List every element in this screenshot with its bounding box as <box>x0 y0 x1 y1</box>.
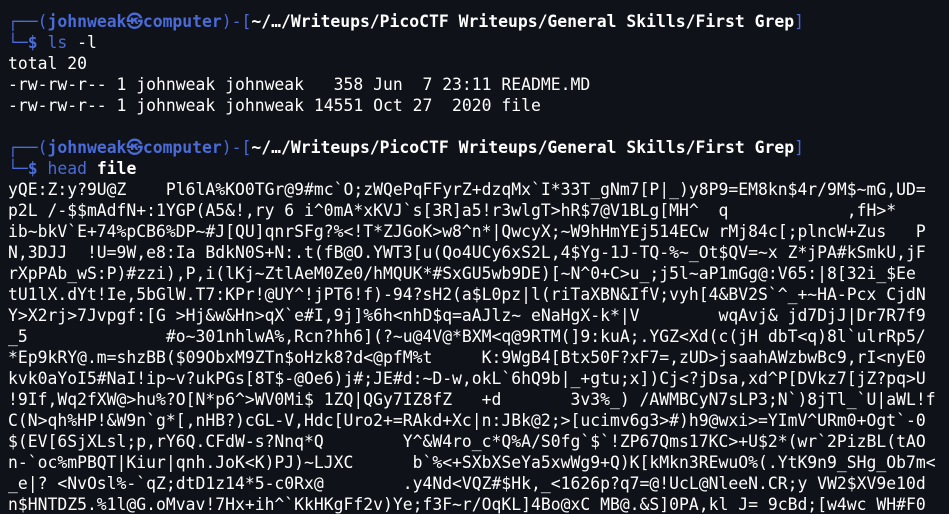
head-output-line: N,3DJJ !U=9W,e8:Ia BdkN0S+N:.t(fB@O.YWT3… <box>8 243 926 262</box>
head-output-line: *Ep9kRY@.m=shzBB($09ObxM9ZTn$oHzk8?d<@pf… <box>8 348 926 367</box>
prompt-frame: └─ <box>8 33 28 52</box>
ls-output-line: total 20 <box>8 54 87 73</box>
head-output-line: Y>X2rj>7Jvpgf:[G >Hj&w&Hn>qX`e#I,9j]%6h<… <box>8 306 926 325</box>
prompt-path: ~/…/Writeups/PicoCTF Writeups/General Sk… <box>251 138 795 157</box>
prompt-dollar: $ <box>27 159 48 178</box>
prompt-header-2: ┌──(johnweak㉿computer)-[~/…/Writeups/Pic… <box>8 137 949 158</box>
head-output-line: _e|? <NvOsl%-`qZ;dtD1z14*5-c0Rx@ .y4Nd<V… <box>8 474 926 493</box>
prompt-frame: ] <box>794 138 805 157</box>
prompt-host: computer <box>142 12 222 31</box>
prompt-frame: )-[ <box>221 138 252 157</box>
command-name: head <box>47 159 87 178</box>
command-name: ls <box>47 33 68 52</box>
head-output-line: tU1lX.dYt!Ie,5bGlW.T7:KPr!@UY^!jPT6!f)-9… <box>8 285 926 304</box>
command-args: -l <box>67 33 97 52</box>
skull-icon: ㉿ <box>126 12 143 31</box>
prompt-frame: ┌──( <box>8 138 48 157</box>
prompt-command-line-1: └─$ ls -l <box>8 32 949 53</box>
prompt-header-1: ┌──(johnweak㉿computer)-[~/…/Writeups/Pic… <box>8 11 949 32</box>
head-output-line: !9If,Wq2fXW@>hu%?O[N*p6^>WV0Mi$ 1ZQ|QGy7… <box>8 390 936 409</box>
head-output-line: rXpPAb_wS:P)#zzi),P,i(lKj~ZtlAeM0Ze0/hMQ… <box>8 264 916 283</box>
head-output-line: p2L /-$$mAdfN+:1YGP(A5&!,ry 6 i^0mA*xKVJ… <box>8 201 897 220</box>
prompt-frame: ] <box>794 12 805 31</box>
prompt-command-line-2: └─$ head file <box>8 158 949 179</box>
ls-output-line: -rw-rw-r-- 1 johnweak johnweak 14551 Oct… <box>8 96 541 115</box>
ls-output-line: -rw-rw-r-- 1 johnweak johnweak 358 Jun 7… <box>8 75 591 94</box>
head-output-line: ib~bkV`E+74%pCB6%DP~#J[QU]qnrSFg?%<!T*ZJ… <box>8 222 926 241</box>
head-output-line: $(EV[6SjXLsl;p,rY6Q.CFdW-s?Nnq*Q Y^&W4ro… <box>8 432 926 451</box>
head-output-line: C(N>qh%HP!&W9n`g*[,nHB?)cGL-V,Hdc[Uro2+=… <box>8 411 926 430</box>
prompt-user: johnweak <box>47 138 127 157</box>
prompt-dollar: $ <box>27 33 48 52</box>
terminal-window[interactable]: ┌──(johnweak㉿computer)-[~/…/Writeups/Pic… <box>0 0 949 514</box>
prompt-path: ~/…/Writeups/PicoCTF Writeups/General Sk… <box>251 12 795 31</box>
head-output-line: _5 #o~301nhlwA%,Rcn?hh6](?~u@4V@*BXM<q@9… <box>8 327 926 346</box>
head-output-line: yQE:Z:y?9U@Z Pl6lA%KO0TGr@9#mc`O;zWQePqF… <box>8 180 926 199</box>
command-args: file <box>86 159 137 178</box>
prompt-frame: )-[ <box>221 12 252 31</box>
prompt-frame: └─ <box>8 159 28 178</box>
head-output-line: kvk0aYoI5#NaI!ip~v?ukPGs[8T$-@Oe6)j#;JE#… <box>8 369 926 388</box>
prompt-frame: ┌──( <box>8 12 48 31</box>
skull-icon: ㉿ <box>126 138 143 157</box>
prompt-host: computer <box>142 138 222 157</box>
head-output-line: n-`oc%mPBQT|Kiur|qnh.JoK<K)PJ)~LJXC b`%<… <box>8 453 936 472</box>
head-output-line: n$HNTDZ5.%1l@G.oMvav!7Hx+ih^`KkHKgFf2v)Y… <box>8 495 926 514</box>
prompt-user: johnweak <box>47 12 127 31</box>
